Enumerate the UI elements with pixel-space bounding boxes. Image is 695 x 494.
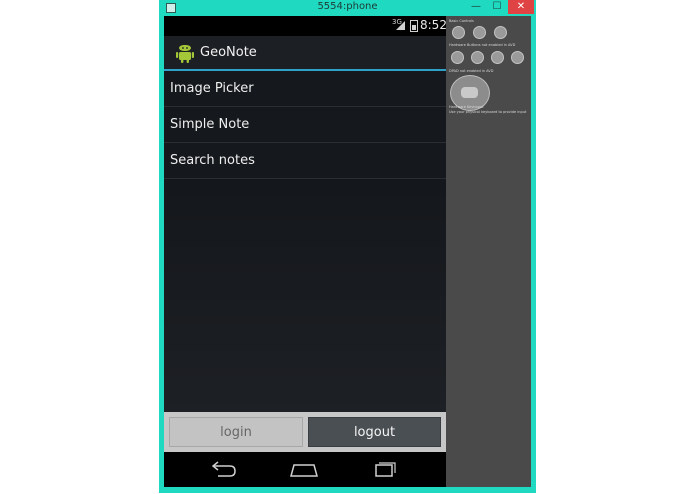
home-hw-icon[interactable] (451, 51, 464, 64)
list-item-simple-note[interactable]: Simple Note (164, 107, 446, 143)
signal-icon (396, 21, 405, 30)
battery-icon (410, 20, 418, 32)
status-bar: 3G 8:52 (164, 16, 447, 36)
window-titlebar[interactable]: 5554:phone — ☐ ✕ (159, 0, 536, 16)
navigation-bar (164, 452, 446, 487)
menu-hw-icon[interactable] (471, 51, 484, 64)
action-bar: GeoNote (164, 36, 446, 71)
empty-content-area (164, 179, 446, 412)
list-item-search-notes[interactable]: Search notes (164, 143, 446, 179)
login-button[interactable]: login (169, 417, 303, 447)
close-button[interactable]: ✕ (508, 0, 534, 14)
volume-up-icon[interactable] (473, 26, 486, 39)
app-title: GeoNote (200, 45, 257, 60)
auth-button-bar: login logout (164, 412, 446, 452)
maximize-button[interactable]: ☐ (487, 0, 507, 14)
hardware-keyboard-hint: Use your physical keyboard to provide in… (449, 110, 527, 114)
window-bottom-border (159, 487, 536, 493)
hardware-buttons-label: Hardware Buttons not enabled in AVD (449, 43, 516, 47)
status-time: 8:52 (420, 18, 447, 32)
back-icon[interactable] (204, 457, 244, 481)
emulator-controls-panel: Basic Controls Hardware Buttons not enab… (446, 16, 531, 487)
menu-list: Image Picker Simple Note Search notes (164, 71, 446, 179)
list-item-image-picker[interactable]: Image Picker (164, 71, 446, 107)
basic-controls-label: Basic Controls (449, 19, 474, 23)
recent-apps-icon[interactable] (364, 457, 404, 481)
logout-button[interactable]: logout (308, 417, 441, 447)
home-icon[interactable] (284, 457, 324, 481)
power-icon[interactable] (494, 26, 507, 39)
volume-down-icon[interactable] (452, 26, 465, 39)
emulator-window: 5554:phone — ☐ ✕ 3G 8:52 GeoNote Image P… (159, 0, 536, 493)
search-hw-icon[interactable] (511, 51, 524, 64)
back-hw-icon[interactable] (491, 51, 504, 64)
dpad-label: DPAD not enabled in AVD (449, 69, 494, 73)
phone-screen: 3G 8:52 GeoNote Image Picker Simple Note… (164, 16, 447, 487)
android-robot-icon (176, 45, 194, 63)
dpad-center-button[interactable] (461, 87, 478, 98)
minimize-button[interactable]: — (466, 0, 486, 14)
hardware-keyboard-label: Hardware Keyboard (449, 105, 484, 109)
